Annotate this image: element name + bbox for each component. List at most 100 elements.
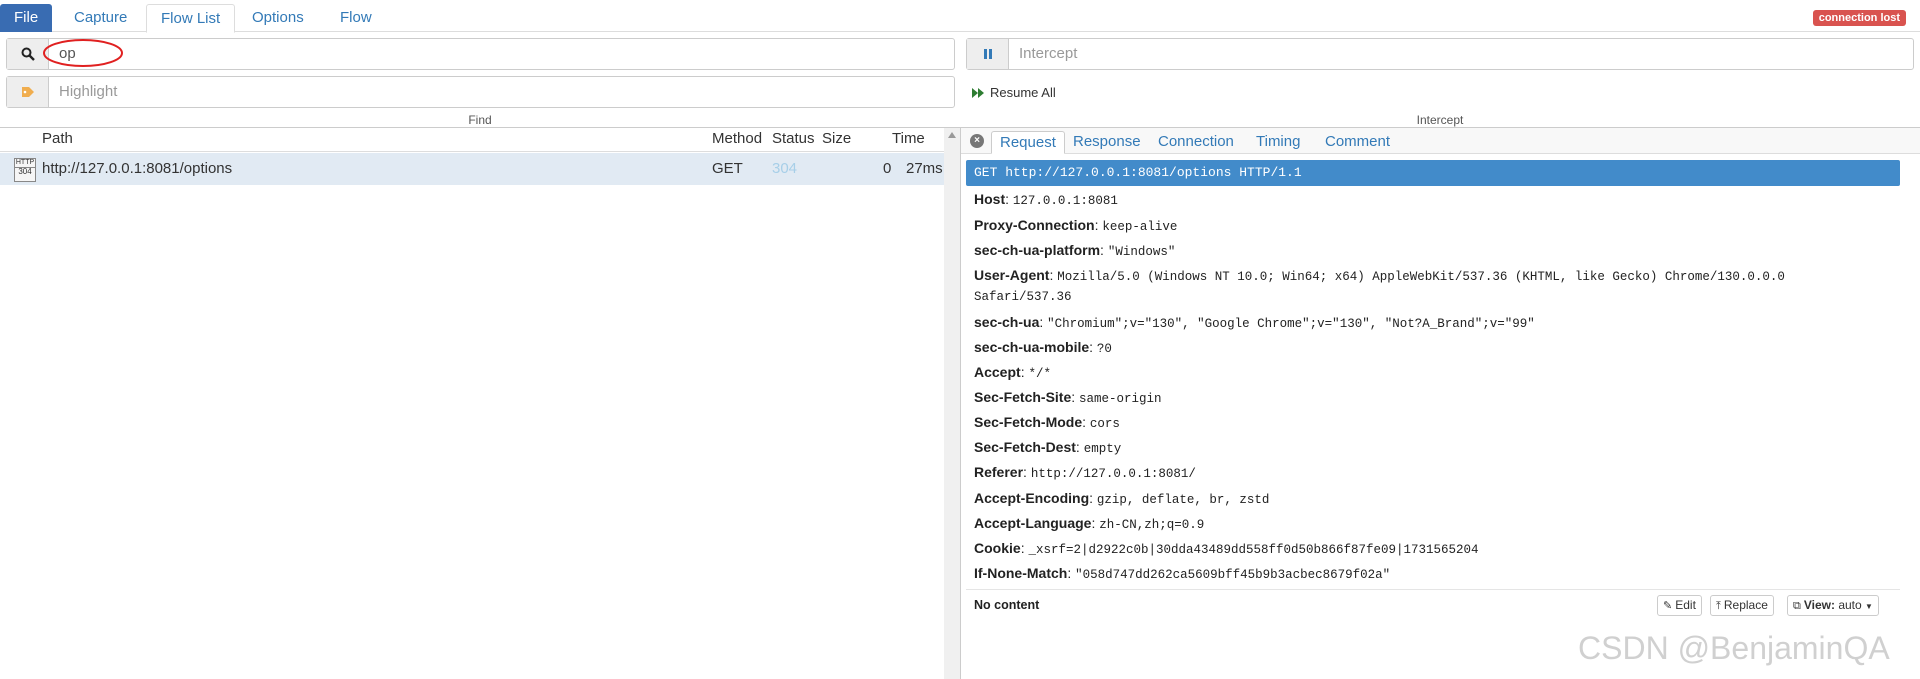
header-row: Host: 127.0.0.1:8081	[974, 191, 1118, 208]
scroll-up-arrow-icon[interactable]	[948, 132, 956, 138]
watermark: CSDN @BenjaminQA	[1578, 630, 1890, 666]
tab-connection[interactable]: Connection	[1150, 131, 1242, 154]
header-separator: :	[1089, 339, 1097, 355]
upload-icon: ⤒	[1716, 600, 1721, 612]
tab-comment[interactable]: Comment	[1317, 131, 1398, 154]
header-name: sec-ch-ua	[974, 314, 1040, 330]
header-row: sec-ch-ua-platform: "Windows"	[974, 242, 1175, 259]
menu-bar: File Capture Flow List Options Flow conn…	[0, 0, 1920, 33]
header-row: Sec-Fetch-Dest: empty	[974, 439, 1121, 456]
header-row: Sec-Fetch-Site: same-origin	[974, 389, 1162, 406]
flow-size: 0	[883, 160, 892, 177]
flow-detail-panel: × Request Response Connection Timing Com…	[961, 128, 1920, 679]
flow-time: 27ms	[906, 160, 943, 177]
pencil-icon: ✎	[1663, 600, 1673, 612]
header-row: sec-ch-ua: "Chromium";v="130", "Google C…	[974, 314, 1535, 331]
header-separator: :	[1039, 314, 1048, 330]
header-value: _xsrf=2|d2922c0b|30dda43489dd558ff0d50b8…	[1028, 543, 1479, 557]
header-value: keep-alive	[1102, 220, 1178, 234]
header-value: Mozilla/5.0 (Windows NT 10.0; Win64; x64…	[1057, 270, 1785, 284]
tab-response[interactable]: Response	[1065, 131, 1149, 154]
header-name: Sec-Fetch-Dest	[974, 439, 1076, 455]
header-name: Accept-Encoding	[974, 490, 1090, 506]
header-value: 127.0.0.1:8081	[1012, 194, 1118, 208]
header-separator: :	[1089, 490, 1097, 506]
flow-path: http://127.0.0.1:8081/options	[42, 160, 233, 177]
column-status[interactable]: Status	[772, 130, 815, 147]
tab-request[interactable]: Request	[991, 131, 1065, 154]
replace-button[interactable]: ⤒ Replace	[1710, 595, 1774, 616]
column-time[interactable]: Time	[892, 130, 925, 147]
intercept-input[interactable]: Intercept	[1019, 39, 1077, 69]
header-separator: :	[1075, 439, 1084, 455]
view-mode-dropdown[interactable]: ⧉ View: auto ▼	[1787, 595, 1879, 616]
header-value: gzip, deflate, br, zstd	[1096, 493, 1270, 507]
http-304-icon: HTTP 304	[14, 158, 36, 182]
header-row: Accept: */*	[974, 364, 1051, 381]
tab-flow[interactable]: Flow	[326, 4, 386, 32]
header-name: If-None-Match	[974, 565, 1068, 581]
replace-label: Replace	[1723, 598, 1768, 612]
close-icon[interactable]: ×	[970, 134, 984, 148]
highlight-filter-group: Highlight	[6, 76, 955, 108]
header-separator: :	[1023, 464, 1031, 480]
header-separator: :	[1067, 565, 1076, 581]
flow-row[interactable]: HTTP 304 http://127.0.0.1:8081/options GE…	[0, 153, 944, 185]
intercept-caption: Intercept	[1416, 113, 1464, 127]
caret-down-icon: ▼	[1865, 602, 1873, 611]
view-value: auto	[1838, 598, 1862, 612]
header-value: ?0	[1096, 342, 1112, 356]
header-name: Referer	[974, 464, 1024, 480]
header-value: */*	[1028, 367, 1051, 381]
tab-flow-list[interactable]: Flow List	[146, 4, 236, 33]
header-row: User-Agent: Mozilla/5.0 (Windows NT 10.0…	[974, 267, 1785, 284]
header-separator: :	[1005, 191, 1013, 207]
flow-status: 304	[772, 160, 798, 177]
header-name: Sec-Fetch-Mode	[974, 414, 1083, 430]
detail-tabs: × Request Response Connection Timing Com…	[961, 128, 1920, 154]
tab-options[interactable]: Options	[238, 4, 318, 32]
search-filter-group: op	[6, 38, 955, 70]
column-size[interactable]: Size	[822, 130, 851, 147]
flow-method: GET	[712, 160, 743, 177]
find-caption: Find	[468, 113, 492, 127]
connection-status-badge: connection lost	[1812, 10, 1906, 26]
red-annotation-circle	[43, 39, 123, 67]
view-label: View:	[1803, 598, 1835, 612]
header-name: Accept	[974, 364, 1021, 380]
intercept-filter-group: Intercept	[966, 38, 1914, 70]
resume-all-label: Resume All	[990, 85, 1056, 100]
edit-button[interactable]: ✎ Edit	[1657, 595, 1702, 616]
header-name: User-Agent	[974, 267, 1050, 283]
header-name: Accept-Language	[974, 515, 1092, 531]
header-name: Proxy-Connection	[974, 217, 1095, 233]
header-value: "Chromium";v="130", "Google Chrome";v="1…	[1047, 317, 1535, 331]
header-name: Sec-Fetch-Site	[974, 389, 1072, 405]
header-row: Sec-Fetch-Mode: cors	[974, 414, 1120, 431]
flow-list-scrollbar[interactable]	[944, 128, 960, 679]
header-value: http://127.0.0.1:8081/	[1030, 467, 1196, 481]
header-value: empty	[1083, 442, 1122, 456]
header-separator: :	[1071, 389, 1080, 405]
flow-table-header: Path Method Status Size Time	[0, 128, 944, 152]
header-row: sec-ch-ua-mobile: ?0	[974, 339, 1112, 356]
header-value: "Windows"	[1107, 245, 1176, 259]
edit-label: Edit	[1675, 598, 1696, 612]
pause-icon[interactable]	[967, 39, 1009, 69]
column-method[interactable]: Method	[712, 130, 762, 147]
column-path[interactable]: Path	[42, 130, 73, 147]
tab-timing[interactable]: Timing	[1248, 131, 1308, 154]
header-value: same-origin	[1079, 392, 1162, 406]
highlight-input[interactable]: Highlight	[59, 77, 117, 107]
resume-all-button[interactable]: Resume All	[972, 85, 1056, 100]
tag-icon	[7, 77, 49, 107]
header-name: sec-ch-ua-mobile	[974, 339, 1090, 355]
header-separator: :	[1082, 414, 1090, 430]
tab-file[interactable]: File	[0, 4, 53, 32]
tab-capture[interactable]: Capture	[60, 4, 141, 32]
header-row: Accept-Language: zh-CN,zh;q=0.9	[974, 515, 1204, 532]
header-row: Referer: http://127.0.0.1:8081/	[974, 464, 1196, 481]
header-row: Proxy-Connection: keep-alive	[974, 217, 1177, 234]
header-name: Host	[974, 191, 1006, 207]
copy-icon: ⧉	[1793, 600, 1801, 612]
